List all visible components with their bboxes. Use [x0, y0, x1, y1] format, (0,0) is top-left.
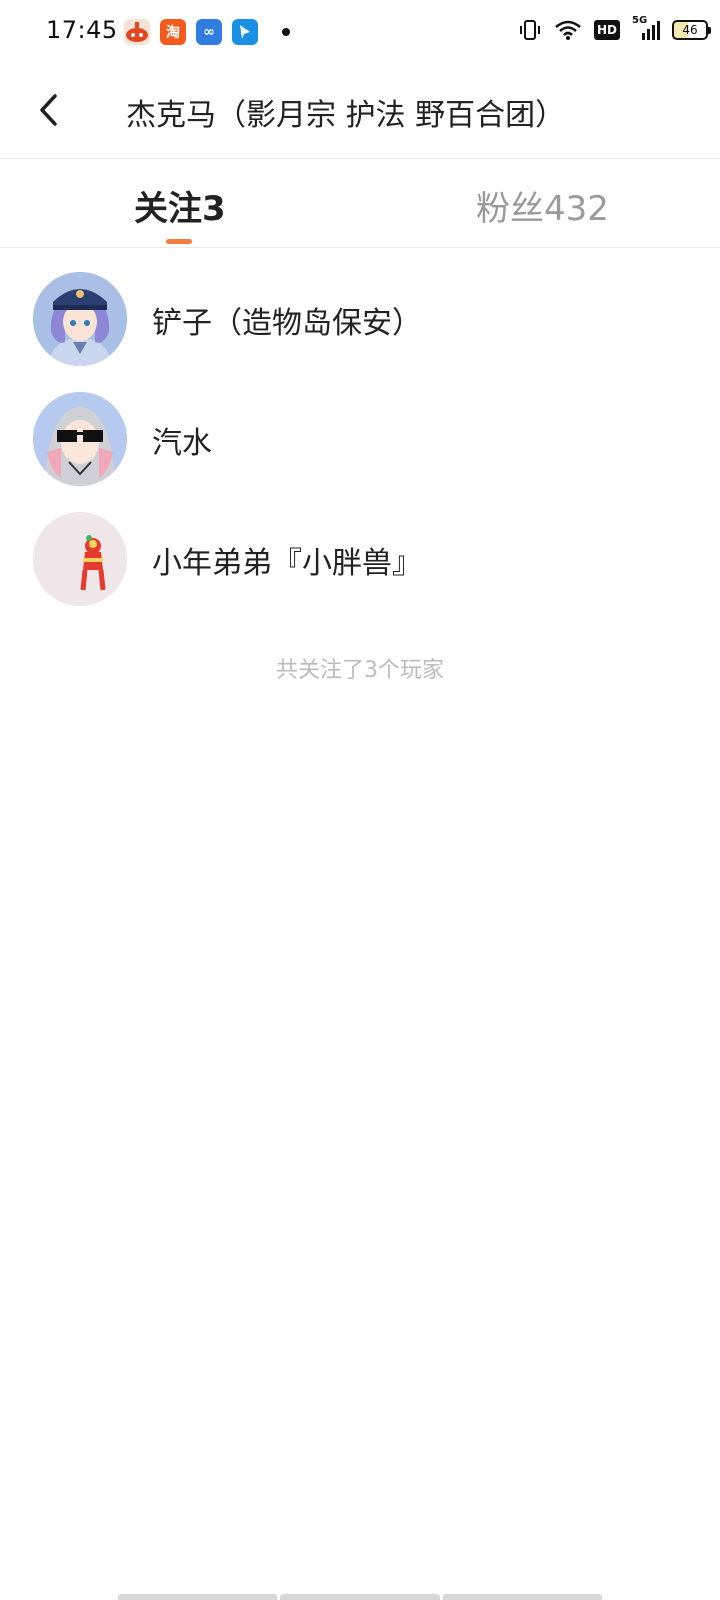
status-bar: 17:45 淘 ∞ HD 5G 46 [0, 0, 720, 64]
signal-icon: 5G [632, 15, 662, 41]
gesture-bar[interactable] [118, 1594, 602, 1600]
avatar[interactable] [33, 512, 127, 606]
vibrate-icon [518, 18, 542, 42]
header: 杰克马（影月宗 护法 野百合团） [0, 64, 720, 159]
hd-icon: HD [593, 20, 620, 40]
active-tab-indicator [166, 239, 192, 244]
feather-app-icon [232, 19, 258, 45]
user-name: 汽水 [152, 426, 212, 461]
system-icons: HD 5G [518, 15, 662, 42]
battery-level: 46 [682, 23, 698, 37]
list-item[interactable]: 汽水 [0, 368, 720, 488]
avatar[interactable] [33, 392, 127, 486]
tab-followers[interactable]: 粉丝432 [476, 181, 609, 230]
back-arrow-icon [40, 94, 57, 126]
wifi-icon [554, 19, 582, 41]
following-list: 铲子（造物岛保安） 汽水 小年弟弟『小胖兽』 共关注了3个玩家 [0, 248, 720, 683]
back-button[interactable] [28, 88, 68, 132]
list-item[interactable]: 小年弟弟『小胖兽』 [0, 488, 720, 608]
user-name: 铲子（造物岛保安） [152, 306, 422, 341]
more-notifications-dot [282, 28, 290, 36]
tab-following[interactable]: 关注3 [134, 181, 226, 230]
status-time: 17:45 [46, 16, 118, 44]
battery-icon: 46 [672, 20, 711, 40]
app-notification-icon [124, 19, 150, 45]
notification-icons: 淘 ∞ [124, 19, 290, 45]
infinity-app-icon: ∞ [196, 19, 222, 45]
user-name: 小年弟弟『小胖兽』 [152, 546, 422, 581]
avatar[interactable] [33, 272, 127, 366]
tab-bar: 关注3 粉丝432 [0, 159, 720, 248]
gesture-segment [118, 1594, 278, 1600]
page-title: 杰克马（影月宗 护法 野百合团） [126, 98, 566, 133]
taobao-icon: 淘 [160, 19, 186, 45]
gesture-segment [280, 1594, 440, 1600]
list-footer: 共关注了3个玩家 [276, 658, 444, 683]
list-item[interactable]: 铲子（造物岛保安） [0, 248, 720, 368]
network-type-label: 5G [632, 15, 648, 26]
gesture-segment [442, 1594, 602, 1600]
